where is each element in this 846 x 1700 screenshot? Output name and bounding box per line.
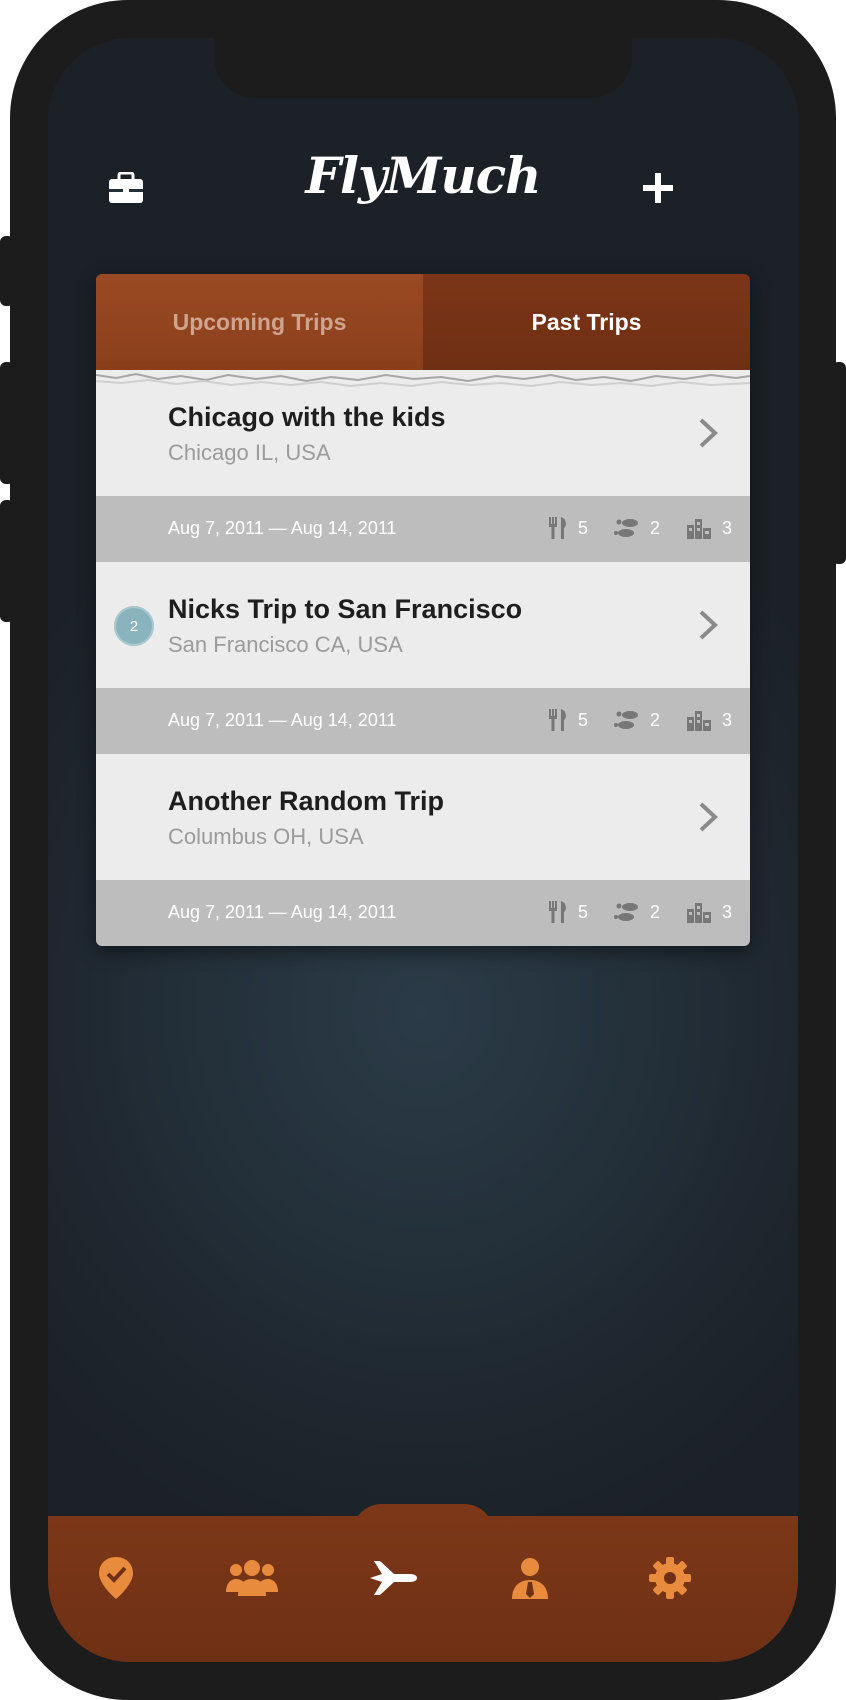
trip-tabs: Upcoming Trips Past Trips — [96, 274, 750, 370]
chevron-right-icon — [699, 418, 718, 448]
activities-count: 2 — [649, 901, 660, 922]
activities-stat: 2 — [613, 517, 660, 539]
tab-upcoming-trips[interactable]: Upcoming Trips — [96, 274, 423, 370]
volume-up-button — [0, 362, 14, 484]
restaurants-count: 5 — [577, 901, 588, 922]
activities-stat: 2 — [613, 709, 660, 731]
fork-knife-icon — [548, 901, 566, 923]
screen: FlyMuch Upcoming Trips Past Trips Chicag… — [48, 38, 798, 1662]
person-tie-icon[interactable] — [500, 1548, 560, 1608]
trip-title: Chicago with the kids — [168, 402, 446, 432]
sights-count: 3 — [721, 901, 732, 922]
footprints-icon — [613, 711, 638, 729]
plus-icon[interactable] — [634, 164, 682, 212]
power-button — [832, 362, 846, 564]
notification-badge: 2 — [114, 606, 154, 646]
trip-row[interactable]: 2 Nicks Trip to San Francisco San Franci… — [96, 562, 750, 688]
activities-count: 2 — [649, 709, 660, 730]
fork-knife-icon — [548, 517, 566, 539]
fork-knife-icon — [548, 709, 566, 731]
trip-stats: 5 2 3 — [522, 900, 732, 924]
trip-stats: 5 2 3 — [522, 708, 732, 732]
trip-row[interactable]: Another Random Trip Columbus OH, USA — [96, 754, 750, 880]
trip-meta: Aug 7, 2011 — Aug 14, 2011 5 2 3 — [96, 496, 750, 562]
trip-dates: Aug 7, 2011 — Aug 14, 2011 — [168, 710, 397, 730]
sights-count: 3 — [721, 709, 732, 730]
trip-title: Another Random Trip — [168, 786, 444, 816]
chevron-right-icon — [699, 610, 718, 640]
restaurants-stat: 5 — [548, 900, 588, 924]
trip-title: Nicks Trip to San Francisco — [168, 594, 523, 624]
sights-stat: 3 — [686, 901, 732, 923]
people-icon[interactable] — [222, 1548, 282, 1608]
restaurants-stat: 5 — [548, 516, 588, 540]
tab-past-trips[interactable]: Past Trips — [423, 274, 750, 370]
restaurants-stat: 5 — [548, 708, 588, 732]
chevron-right-icon — [699, 802, 718, 832]
airplane-icon[interactable] — [363, 1548, 423, 1608]
buildings-icon — [686, 711, 711, 731]
torn-paper-edge — [96, 370, 750, 392]
map-pin-check-icon[interactable] — [86, 1548, 146, 1608]
footprints-icon — [613, 903, 638, 921]
trip-dates: Aug 7, 2011 — Aug 14, 2011 — [168, 518, 397, 538]
mute-switch — [0, 236, 14, 306]
sights-count: 3 — [721, 517, 732, 538]
trips-card: Upcoming Trips Past Trips Chicago with t… — [96, 274, 750, 946]
trip-stats: 5 2 3 — [522, 516, 732, 540]
trip-location: Chicago IL, USA — [168, 440, 331, 465]
sights-stat: 3 — [686, 517, 732, 539]
activities-count: 2 — [649, 517, 660, 538]
app-logo: FlyMuch — [305, 146, 541, 205]
trip-meta: Aug 7, 2011 — Aug 14, 2011 5 2 3 — [96, 880, 750, 946]
buildings-icon — [686, 519, 711, 539]
buildings-icon — [686, 903, 711, 923]
footprints-icon — [613, 519, 638, 537]
restaurants-count: 5 — [577, 517, 588, 538]
notch — [214, 38, 632, 98]
sights-stat: 3 — [686, 709, 732, 731]
trip-location: San Francisco CA, USA — [168, 632, 403, 657]
trip-dates: Aug 7, 2011 — Aug 14, 2011 — [168, 902, 397, 922]
trip-location: Columbus OH, USA — [168, 824, 364, 849]
gear-icon[interactable] — [640, 1548, 700, 1608]
volume-down-button — [0, 500, 14, 622]
trip-meta: Aug 7, 2011 — Aug 14, 2011 5 2 3 — [96, 688, 750, 754]
activities-stat: 2 — [613, 901, 660, 923]
restaurants-count: 5 — [577, 709, 588, 730]
